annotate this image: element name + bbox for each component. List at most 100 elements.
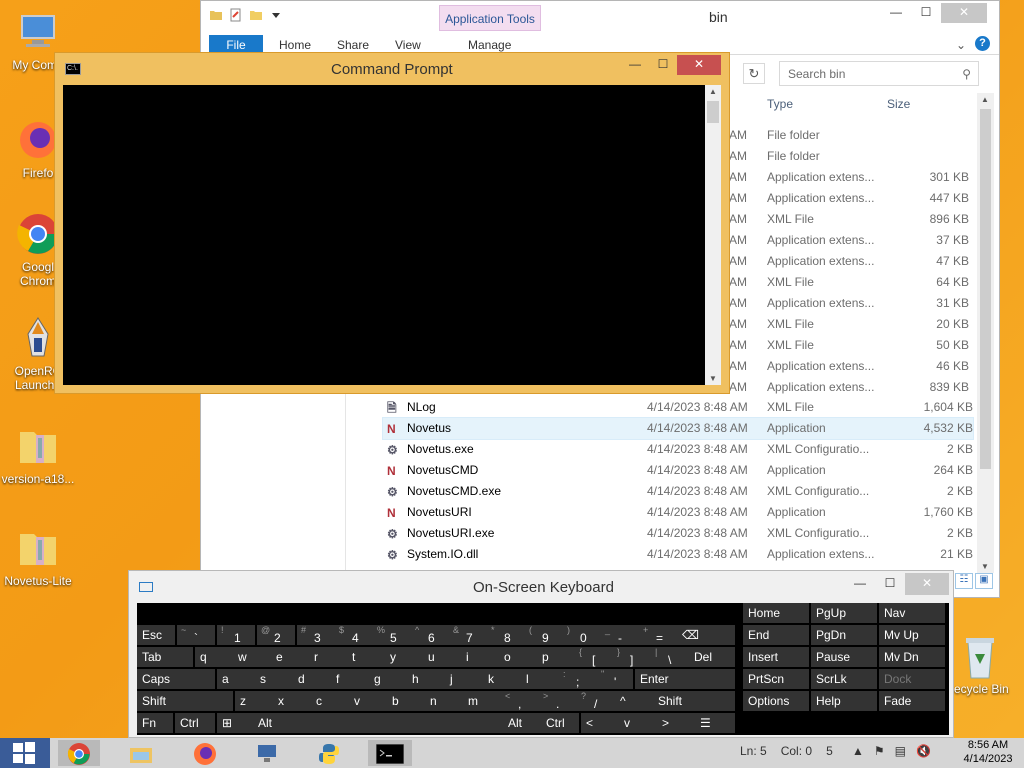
scrollbar-thumb[interactable] xyxy=(980,109,991,469)
key-ctrl[interactable]: Ctrl xyxy=(541,713,579,733)
desktop-icon[interactable]: Novetus-Lite xyxy=(0,526,76,588)
key-8[interactable]: * 8 xyxy=(487,625,525,645)
key-sym[interactable]: " ' xyxy=(597,669,633,689)
key-r[interactable]: r xyxy=(309,647,347,667)
key-m[interactable]: m xyxy=(463,691,501,711)
list-item[interactable]: AM Application extens... 839 KB xyxy=(729,377,969,398)
taskbar-firefox[interactable] xyxy=(184,740,226,766)
flag-icon[interactable]: ⚑ xyxy=(874,744,885,758)
list-item[interactable]: AM XML File 64 KB xyxy=(729,272,969,293)
column-header-type[interactable]: Type xyxy=(767,97,793,111)
key-a[interactable]: a xyxy=(217,669,255,689)
list-item[interactable]: AM XML File 896 KB xyxy=(729,209,969,230)
key-5[interactable]: % 5 xyxy=(373,625,411,645)
cmd-console[interactable] xyxy=(63,85,705,385)
volume-muted-icon[interactable]: 🔇 xyxy=(916,744,931,758)
qat-dropdown-icon[interactable] xyxy=(269,8,283,22)
key-sym[interactable]: }] xyxy=(613,647,651,667)
key-c[interactable]: c xyxy=(311,691,349,711)
key-space[interactable] xyxy=(287,713,505,733)
key-sym[interactable]: ⊞ xyxy=(217,713,253,733)
taskbar-chrome[interactable] xyxy=(58,740,100,766)
key-0[interactable]: ) 0 xyxy=(563,625,601,645)
key-g[interactable]: g xyxy=(369,669,407,689)
key-mvup[interactable]: Mv Up xyxy=(879,625,945,645)
key-w[interactable]: w xyxy=(233,647,271,667)
key-2[interactable]: @2 xyxy=(257,625,295,645)
start-button[interactable] xyxy=(0,738,50,768)
key-1[interactable]: ! 1 xyxy=(217,625,255,645)
new-folder-icon[interactable] xyxy=(249,8,263,22)
taskbar-explorer[interactable] xyxy=(120,740,162,766)
file-row[interactable]: ⚙ NovetusCMD.exe 4/14/2023 8:48 AM XML Conf… xyxy=(383,481,973,502)
network-icon[interactable]: ▤ xyxy=(895,744,906,758)
tray-overflow-icon[interactable]: ▲ xyxy=(852,744,864,758)
key-alt[interactable]: Alt xyxy=(253,713,289,733)
system-clock[interactable]: 8:56 AM 4/14/2023 xyxy=(958,738,1018,766)
file-row[interactable]: ⚙ NovetusURI.exe 4/14/2023 8:48 AM XML Conf… xyxy=(383,523,973,544)
cmd-scroll-up-icon[interactable]: ▲ xyxy=(705,87,721,96)
maximize-button[interactable]: ☐ xyxy=(911,3,941,23)
refresh-button[interactable]: ↻ xyxy=(743,63,765,84)
key-shift[interactable]: Shift xyxy=(653,691,735,711)
key-9[interactable]: (9 xyxy=(525,625,563,645)
recycle-bin[interactable]: ecycle Bin xyxy=(954,632,1024,696)
command-prompt-window[interactable]: C:\. Command Prompt — ☐ ✕ ▲ ▼ xyxy=(54,52,730,394)
key-y[interactable]: y xyxy=(385,647,423,667)
key-fn[interactable]: Fn xyxy=(137,713,173,733)
list-item[interactable]: AM File folder xyxy=(729,146,969,167)
list-item[interactable]: AM Application extens... 47 KB xyxy=(729,251,969,272)
scroll-up-icon[interactable]: ▲ xyxy=(977,95,993,104)
close-button[interactable]: ✕ xyxy=(941,3,987,23)
key-insert[interactable]: Insert xyxy=(743,647,809,667)
on-screen-keyboard-window[interactable]: On-Screen Keyboard — ☐ ✕ Esc ~ `! 1 @2 #3 $4% 5… xyxy=(128,570,954,738)
key-mvdn[interactable]: Mv Dn xyxy=(879,647,945,667)
key-pgup[interactable]: PgUp xyxy=(811,603,877,623)
file-row[interactable]: N NovetusURI 4/14/2023 8:48 AM Application 1… xyxy=(383,502,973,523)
minimize-button[interactable]: — xyxy=(881,3,911,23)
key-help[interactable]: Help xyxy=(811,691,877,711)
key-u[interactable]: u xyxy=(423,647,461,667)
key-t[interactable]: t xyxy=(347,647,385,667)
search-input[interactable]: Search bin ⚲ xyxy=(779,61,979,86)
cmd-close-button[interactable]: ✕ xyxy=(677,55,721,75)
cmd-scroll-down-icon[interactable]: ▼ xyxy=(705,374,721,383)
file-row[interactable]: N Novetus 4/14/2023 8:48 AM Application 4,53… xyxy=(382,417,974,440)
key-sym[interactable]: ^ xyxy=(615,691,653,711)
key-3[interactable]: #3 xyxy=(297,625,335,645)
key-n[interactable]: n xyxy=(425,691,463,711)
key-6[interactable]: ^ 6 xyxy=(411,625,449,645)
key-4[interactable]: $4 xyxy=(335,625,373,645)
list-item[interactable]: AM Application extens... 46 KB xyxy=(729,356,969,377)
key-d[interactable]: d xyxy=(293,669,331,689)
key-esc[interactable]: Esc xyxy=(137,625,175,645)
column-header-size[interactable]: Size xyxy=(887,97,910,111)
key-sym[interactable]: _ - xyxy=(601,625,639,645)
osk-minimize-button[interactable]: — xyxy=(845,573,875,595)
help-icon[interactable]: ? xyxy=(975,36,990,51)
key-p[interactable]: p xyxy=(537,647,575,667)
key-s[interactable]: s xyxy=(255,669,293,689)
key-sym[interactable]: <, xyxy=(501,691,539,711)
cmd-maximize-button[interactable]: ☐ xyxy=(649,55,677,75)
key-sym[interactable]: ☰ xyxy=(695,713,735,733)
key-enter[interactable]: Enter xyxy=(635,669,735,689)
osk-maximize-button[interactable]: ☐ xyxy=(875,573,905,595)
key-options[interactable]: Options xyxy=(743,691,809,711)
key-ctrl[interactable]: Ctrl xyxy=(175,713,215,733)
list-item[interactable]: AM XML File 50 KB xyxy=(729,335,969,356)
key-f[interactable]: f xyxy=(331,669,369,689)
list-item[interactable]: AM Application extens... 447 KB xyxy=(729,188,969,209)
cmd-scrollbar-thumb[interactable] xyxy=(707,101,719,123)
ribbon-expand-icon[interactable]: ⌄ xyxy=(956,35,966,55)
key-scrlk[interactable]: ScrLk xyxy=(811,669,877,689)
key-j[interactable]: j xyxy=(445,669,483,689)
key-b[interactable]: b xyxy=(387,691,425,711)
cmd-scrollbar[interactable]: ▲ ▼ xyxy=(705,85,721,385)
scroll-down-icon[interactable]: ▼ xyxy=(977,562,993,571)
file-row[interactable]: ⚙ System.IO.dll 4/14/2023 8:48 AM Applicati… xyxy=(383,544,973,565)
key-alt[interactable]: Alt xyxy=(503,713,541,733)
list-item[interactable]: AM Application extens... 31 KB xyxy=(729,293,969,314)
key-tab[interactable]: Tab xyxy=(137,647,193,667)
osk-close-button[interactable]: ✕ xyxy=(905,573,949,595)
